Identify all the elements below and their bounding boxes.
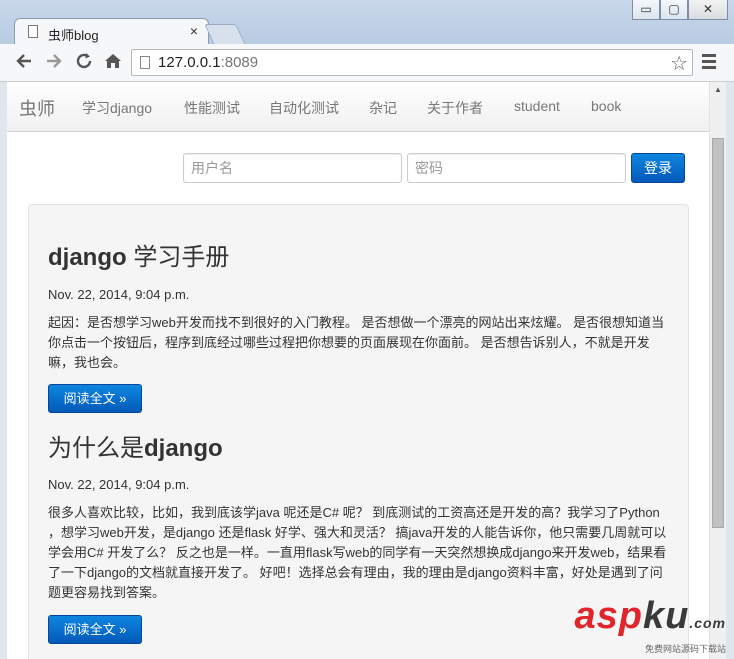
address-bar[interactable]: 127.0.0.1:8089 ☆ <box>131 49 693 76</box>
browser-toolbar: 127.0.0.1:8089 ☆ <box>0 44 734 82</box>
maximize-button[interactable]: ▢ <box>660 0 688 20</box>
post-date: Nov. 22, 2014, 9:04 p.m. <box>48 287 190 302</box>
nav-item-notes[interactable]: 杂记 <box>369 98 397 118</box>
nav-item-student[interactable]: student <box>514 98 560 114</box>
forward-arrow-icon[interactable] <box>44 51 64 75</box>
menu-icon[interactable] <box>702 54 716 72</box>
password-input[interactable] <box>407 153 626 183</box>
window-titlebar: 虫师blog × ▭ ▢ ✕ <box>0 0 734 46</box>
page-icon <box>28 25 38 38</box>
post-excerpt: 起因：是否想学习web开发而找不到很好的入门教程。 是否想做一个漂亮的网站出来炫… <box>48 315 665 370</box>
read-more-button[interactable]: 阅读全文 » <box>48 384 142 413</box>
home-icon[interactable] <box>103 51 123 75</box>
browser-tab[interactable]: 虫师blog × <box>14 18 209 46</box>
page-icon <box>140 56 150 69</box>
tab-title: 虫师blog <box>48 28 99 43</box>
page-viewport: 虫师 学习django 性能测试 自动化测试 杂记 关于作者 student b… <box>7 82 726 659</box>
read-more-button[interactable]: 阅读全文 » <box>48 615 142 644</box>
post-excerpt: 很多人喜欢比较，比如，我到底该学java 呢还是C# 呢？ 到底测试的工资高还是… <box>48 505 667 600</box>
star-icon[interactable]: ☆ <box>670 51 688 76</box>
nav-item-automation-test[interactable]: 自动化测试 <box>269 98 339 118</box>
post-list: django 学习手册 Nov. 22, 2014, 9:04 p.m. 起因：… <box>28 204 689 659</box>
back-arrow-icon[interactable] <box>14 51 34 75</box>
post-title[interactable]: django 学习手册 <box>48 237 229 272</box>
watermark-logo: aspku.com 免费网站源码下载站 <box>574 595 726 654</box>
post-title[interactable]: 为什么是django <box>48 428 223 463</box>
window-controls: ▭ ▢ ✕ <box>632 0 728 20</box>
scroll-up-icon[interactable]: ▲ <box>714 85 722 94</box>
minimize-button[interactable]: ▭ <box>632 0 660 20</box>
vertical-scrollbar[interactable]: ▲ <box>709 82 726 659</box>
nav-item-about-author[interactable]: 关于作者 <box>427 98 483 118</box>
scrollbar-thumb[interactable] <box>712 138 724 528</box>
site-navbar: 虫师 学习django 性能测试 自动化测试 杂记 关于作者 student b… <box>7 82 709 132</box>
tab-close-icon[interactable]: × <box>190 23 198 39</box>
url-text: 127.0.0.1:8089 <box>158 54 259 71</box>
reload-icon[interactable] <box>74 51 94 75</box>
post-date: Nov. 22, 2014, 9:04 p.m. <box>48 477 190 492</box>
username-input[interactable] <box>183 153 402 183</box>
nav-item-book[interactable]: book <box>591 98 621 114</box>
new-tab-button[interactable] <box>204 24 246 45</box>
close-button[interactable]: ✕ <box>688 0 728 20</box>
login-button[interactable]: 登录 <box>631 153 685 183</box>
nav-item-performance-test[interactable]: 性能测试 <box>184 98 240 118</box>
site-brand[interactable]: 虫师 <box>19 95 55 121</box>
nav-item-learn-django[interactable]: 学习django <box>82 98 152 118</box>
